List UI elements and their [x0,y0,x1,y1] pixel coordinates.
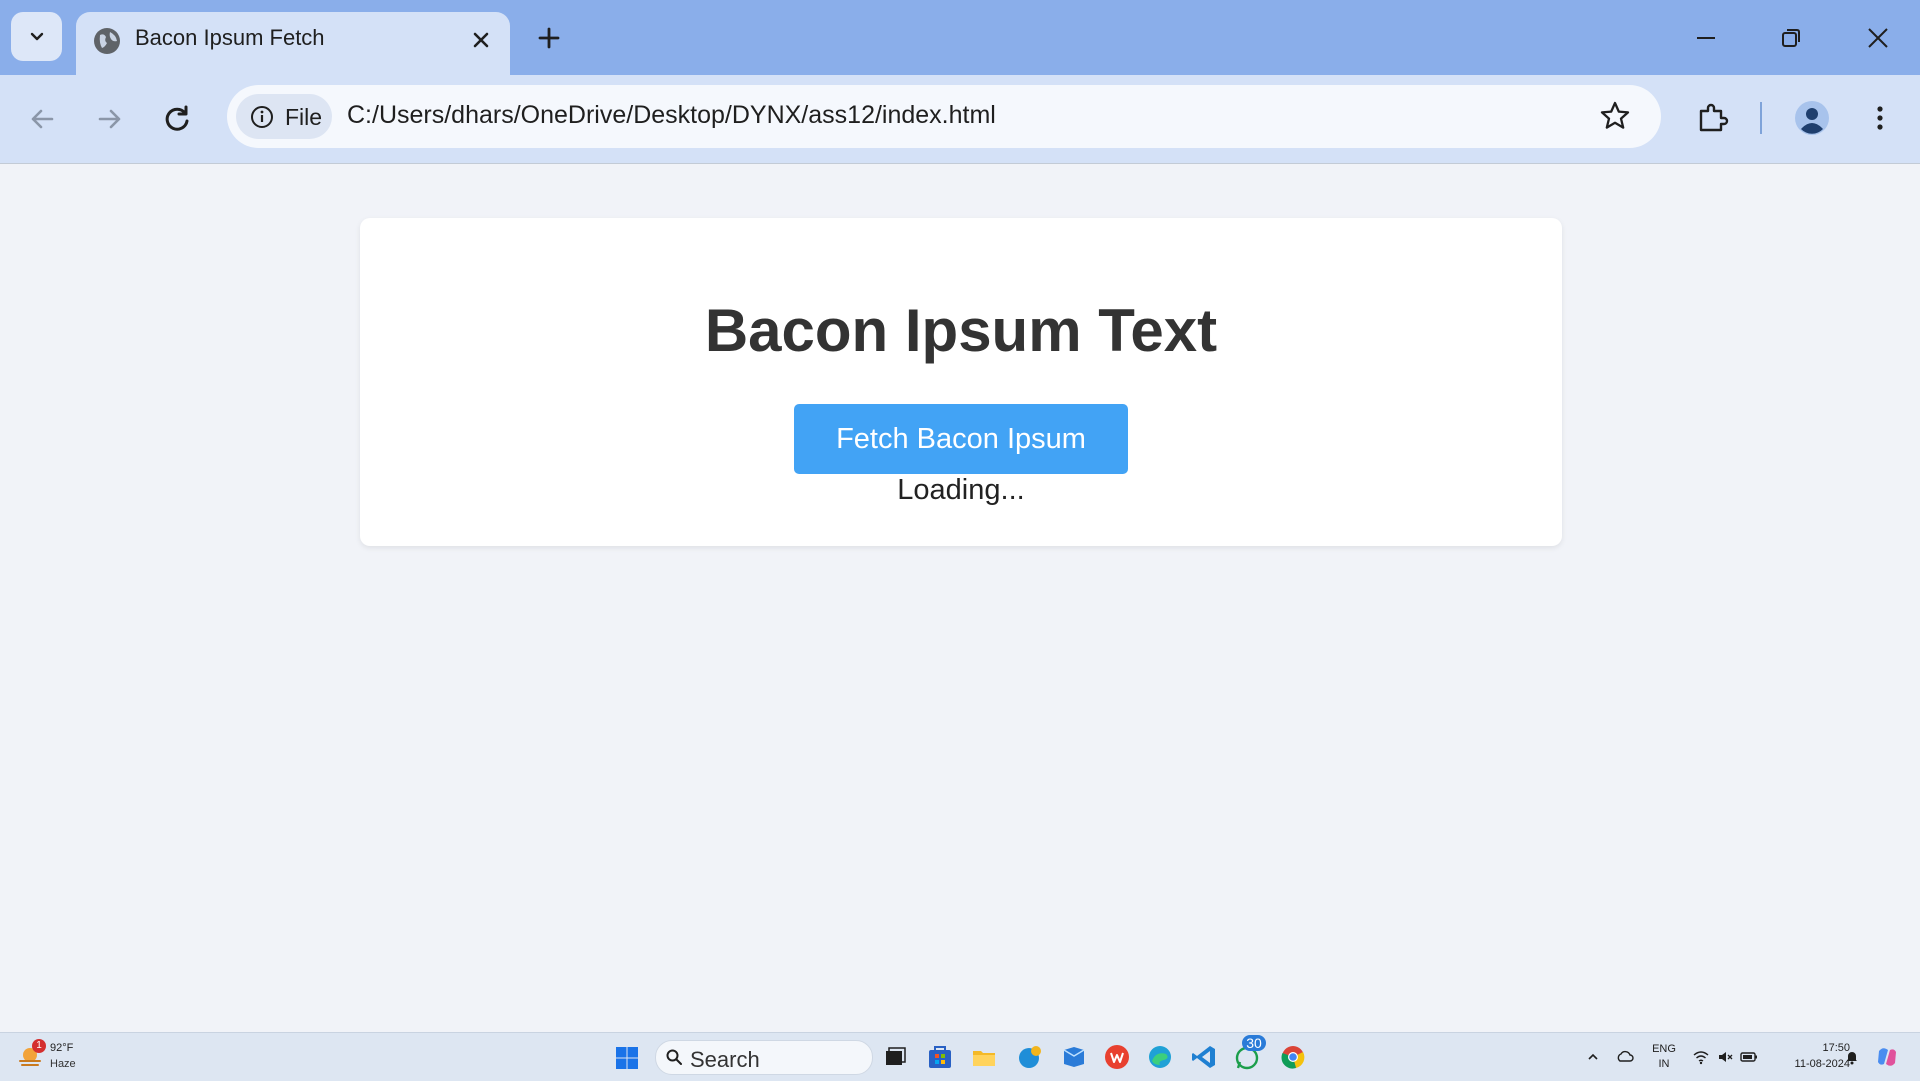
cloud-sync-icon[interactable] [1616,1048,1634,1066]
url-text[interactable]: C:/Users/dhars/OneDrive/Desktop/DYNX/ass… [347,101,996,130]
fetch-bacon-ipsum-button[interactable]: Fetch Bacon Ipsum [794,404,1128,474]
notification-bell-icon[interactable] [1843,1048,1861,1066]
weather-temperature[interactable]: 92°F [50,1042,73,1054]
close-icon[interactable] [466,25,496,55]
taskbar-search-box[interactable]: Search [655,1040,873,1075]
search-icon [666,1049,682,1065]
profile-avatar-icon[interactable] [1794,100,1830,136]
page-heading: Bacon Ipsum Text [704,297,1218,364]
microsoft-store-icon[interactable] [926,1043,954,1071]
edge-dev-icon[interactable] [1016,1043,1044,1071]
kebab-menu-icon[interactable] [1862,100,1898,136]
taskbar-search-label: Search [690,1047,760,1072]
loading-status-text: Loading... [897,474,1025,506]
tab-search-button[interactable] [11,12,62,61]
region-indicator[interactable]: IN [1650,1058,1678,1070]
extensions-puzzle-icon[interactable] [1694,100,1730,136]
toolbar-divider [1760,102,1762,134]
new-tab-plus-icon[interactable] [533,22,565,54]
back-arrow-icon[interactable] [22,99,62,139]
browser-tab-active[interactable]: Bacon Ipsum Fetch [76,12,510,75]
speaker-muted-icon[interactable] [1716,1048,1734,1066]
site-info-chip[interactable]: File [236,94,332,139]
language-indicator[interactable]: ENG [1650,1043,1678,1055]
content-card: Bacon Ipsum Text Fetch Bacon Ipsum Loadi… [360,218,1562,546]
outlook-icon[interactable] [1060,1043,1088,1071]
windows-taskbar: 1 92°F Haze Search 30 ENG IN 17:50 11-08… [0,1032,1920,1081]
info-icon [251,106,273,128]
site-info-label: File [285,104,323,130]
restore-icon[interactable] [1773,20,1809,56]
task-view-icon[interactable] [880,1043,908,1071]
whatsapp-unread-badge: 30 [1242,1035,1266,1051]
file-explorer-icon[interactable] [970,1043,998,1071]
bookmark-star-icon[interactable] [1598,99,1632,133]
reload-icon[interactable] [157,99,197,139]
chevron-down-icon [30,32,43,40]
vs-code-icon[interactable] [1190,1043,1218,1071]
wifi-icon[interactable] [1692,1048,1710,1066]
wps-office-icon[interactable] [1103,1043,1131,1071]
browser-toolbar: File C:/Users/dhars/OneDrive/Desktop/DYN… [0,75,1920,164]
browser-title-bar: Bacon Ipsum Fetch [0,0,1920,75]
forward-arrow-icon[interactable] [90,99,130,139]
tab-title: Bacon Ipsum Fetch [135,25,325,50]
microsoft-edge-icon[interactable] [1146,1043,1174,1071]
weather-notification-badge: 1 [32,1039,46,1053]
chevron-up-icon[interactable] [1584,1048,1602,1066]
globe-icon [94,28,120,54]
clock-time[interactable]: 17:50 [1790,1042,1850,1054]
battery-icon[interactable] [1740,1048,1758,1066]
minimize-icon[interactable] [1688,20,1724,56]
copilot-icon[interactable] [1874,1044,1900,1070]
chrome-icon[interactable] [1279,1043,1307,1071]
windows-start-icon[interactable] [615,1046,639,1070]
close-window-icon[interactable] [1860,20,1896,56]
clock-date[interactable]: 11-08-2024 [1770,1058,1850,1070]
address-bar[interactable]: File C:/Users/dhars/OneDrive/Desktop/DYN… [227,85,1661,148]
weather-description[interactable]: Haze [50,1058,76,1070]
